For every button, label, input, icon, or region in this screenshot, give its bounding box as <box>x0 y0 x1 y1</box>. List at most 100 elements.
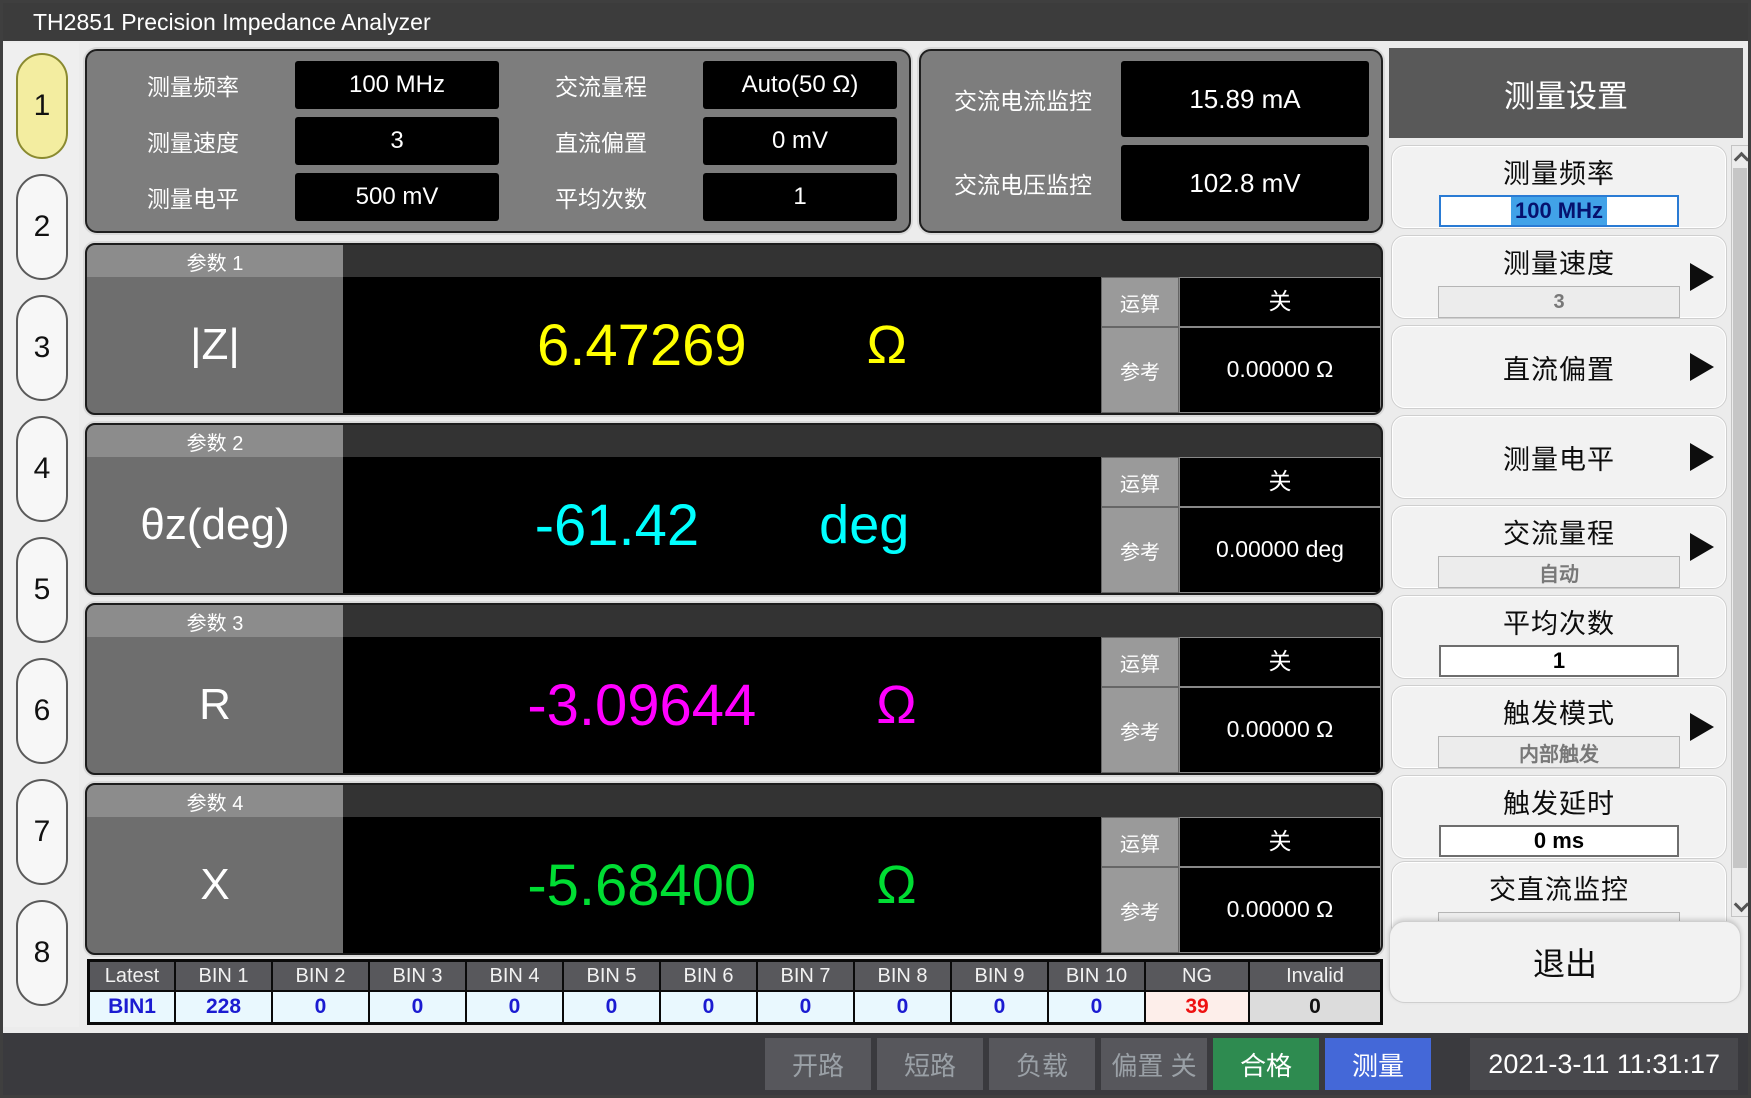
measure-speed-value[interactable]: 3 <box>1438 286 1680 318</box>
speed-label: 测量速度 <box>95 113 291 169</box>
ac-range-value[interactable]: 自动 <box>1438 556 1680 588</box>
bin-header-1: BIN 1 <box>175 961 272 991</box>
settings-summary-panel: 测量频率 100 MHz 交流量程 Auto(50 Ω) 测量速度 3 直流偏置… <box>85 49 911 233</box>
ac-range-value[interactable]: Auto(50 Ω) <box>703 61 897 109</box>
measure-level-label: 测量电平 <box>1503 438 1615 477</box>
bin-header-invalid: Invalid <box>1249 961 1381 991</box>
measure-status-badge[interactable]: 测量 <box>1325 1038 1431 1090</box>
parameter-4-ref-label: 参考 <box>1101 867 1179 953</box>
bin-header-ng: NG <box>1145 961 1249 991</box>
parameter-4-header-spacer <box>343 785 1381 817</box>
short-correction-button[interactable]: 短路 <box>877 1038 983 1090</box>
scrollbar-thumb[interactable] <box>1733 168 1747 868</box>
menu-scrollbar[interactable] <box>1731 145 1749 917</box>
parameter-3-ref-label: 参考 <box>1101 687 1179 773</box>
parameter-3-calc-value[interactable]: 关 <box>1179 637 1381 687</box>
parameter-4-calc-value[interactable]: 关 <box>1179 817 1381 867</box>
status-buttons: 开路 短路 负载 偏置 关 合格 测量 <box>765 1038 1431 1090</box>
bin-ng-count: 39 <box>1145 991 1249 1023</box>
parameter-2-ref-value[interactable]: 0.00000 deg <box>1179 507 1381 593</box>
parameter-4-display: -5.68400 Ω <box>343 817 1101 953</box>
average-count-input[interactable]: 1 <box>1439 645 1679 677</box>
parameter-4-tab[interactable]: 参数 4 <box>87 785 343 817</box>
parameter-1-calc-value[interactable]: 关 <box>1179 277 1381 327</box>
parameter-1-tab[interactable]: 参数 1 <box>87 245 343 277</box>
page-tab-5[interactable]: 5 <box>16 537 68 643</box>
parameter-2-display: -61.42 deg <box>343 457 1101 593</box>
bin-header-4: BIN 4 <box>466 961 563 991</box>
parameter-2-unit: deg <box>819 494 909 556</box>
ac-current-monitor-label: 交流电流监控 <box>929 57 1117 141</box>
submenu-arrow-icon <box>1690 443 1714 471</box>
bin-header-6: BIN 6 <box>660 961 757 991</box>
submenu-arrow-icon <box>1690 713 1714 741</box>
parameter-1-ref-label: 参考 <box>1101 327 1179 413</box>
scroll-up-icon[interactable] <box>1734 152 1750 168</box>
menu-item-average-count[interactable]: 平均次数 1 <box>1391 595 1727 679</box>
average-value[interactable]: 1 <box>703 173 897 221</box>
bin-header-row: Latest BIN 1 BIN 2 BIN 3 BIN 4 BIN 5 BIN… <box>89 961 1381 991</box>
page-tab-8[interactable]: 8 <box>16 900 68 1006</box>
parameter-2-header-spacer <box>343 425 1381 457</box>
parameter-3-ref-value[interactable]: 0.00000 Ω <box>1179 687 1381 773</box>
menu-item-measure-level[interactable]: 测量电平 <box>1391 415 1727 499</box>
parameter-3-calc-label: 运算 <box>1101 637 1179 687</box>
parameter-2-name[interactable]: θz(deg) <box>87 457 343 593</box>
measure-frequency-label: 测量频率 <box>1503 152 1615 191</box>
load-correction-button[interactable]: 负载 <box>989 1038 1095 1090</box>
open-correction-button[interactable]: 开路 <box>765 1038 871 1090</box>
submenu-arrow-icon <box>1690 533 1714 561</box>
speed-value[interactable]: 3 <box>295 117 499 165</box>
menu-item-measure-frequency[interactable]: 测量频率 100 MHz <box>1391 145 1727 229</box>
page-tab-4[interactable]: 4 <box>16 416 68 522</box>
parameter-3-display: -3.09644 Ω <box>343 637 1101 773</box>
left-page-nav: 1 2 3 4 5 6 7 8 <box>3 43 79 1027</box>
page-tab-1[interactable]: 1 <box>16 53 68 159</box>
parameter-panel-1: 参数 1 |Z| 6.47269 Ω 运算 关 参考 0.00000 Ω <box>85 243 1383 415</box>
trigger-mode-label: 触发模式 <box>1503 692 1615 731</box>
ac-voltage-monitor-value: 102.8 mV <box>1121 145 1369 221</box>
parameter-4-ref-value[interactable]: 0.00000 Ω <box>1179 867 1381 953</box>
parameter-4-unit: Ω <box>876 854 916 916</box>
dc-bias-value[interactable]: 0 mV <box>703 117 897 165</box>
measure-frequency-input[interactable]: 100 MHz <box>1439 195 1679 227</box>
bin-invalid-count: 0 <box>1249 991 1381 1023</box>
page-tab-7[interactable]: 7 <box>16 779 68 885</box>
parameter-3-name[interactable]: R <box>87 637 343 773</box>
parameter-2-ref-label: 参考 <box>1101 507 1179 593</box>
bin-value-row: BIN1 228 0 0 0 0 0 0 0 0 0 39 0 <box>89 991 1381 1023</box>
parameter-4-name[interactable]: X <box>87 817 343 953</box>
menu-item-trigger-delay[interactable]: 触发延时 0 ms <box>1391 775 1727 859</box>
parameter-2-tab[interactable]: 参数 2 <box>87 425 343 457</box>
page-tab-6[interactable]: 6 <box>16 658 68 764</box>
parameter-1-name[interactable]: |Z| <box>87 277 343 413</box>
freq-value[interactable]: 100 MHz <box>295 61 499 109</box>
pass-status-badge[interactable]: 合格 <box>1213 1038 1319 1090</box>
parameter-2-calc-value[interactable]: 关 <box>1179 457 1381 507</box>
bin-latest-value: BIN1 <box>89 991 175 1023</box>
exit-button[interactable]: 退出 <box>1389 921 1741 1003</box>
page-tab-3[interactable]: 3 <box>16 295 68 401</box>
parameter-3-tab[interactable]: 参数 3 <box>87 605 343 637</box>
menu-item-dc-bias[interactable]: 直流偏置 <box>1391 325 1727 409</box>
app-window: TH2851 Precision Impedance Analyzer 1 2 … <box>0 0 1751 1098</box>
bin-6-count: 0 <box>660 991 757 1023</box>
parameter-2-calc-label: 运算 <box>1101 457 1179 507</box>
level-value[interactable]: 500 mV <box>295 173 499 221</box>
parameter-1-ref-value[interactable]: 0.00000 Ω <box>1179 327 1381 413</box>
average-count-label: 平均次数 <box>1503 602 1615 641</box>
scroll-down-icon[interactable] <box>1734 897 1750 913</box>
level-label: 测量电平 <box>95 169 291 225</box>
measure-speed-label: 测量速度 <box>1503 242 1615 281</box>
measure-frequency-value: 100 MHz <box>1511 197 1607 225</box>
bin-header-10: BIN 10 <box>1048 961 1145 991</box>
menu-item-measure-speed[interactable]: 测量速度 3 <box>1391 235 1727 319</box>
page-tab-2[interactable]: 2 <box>16 174 68 280</box>
parameter-1-display: 6.47269 Ω <box>343 277 1101 413</box>
menu-item-trigger-mode[interactable]: 触发模式 内部触发 <box>1391 685 1727 769</box>
trigger-mode-value[interactable]: 内部触发 <box>1438 736 1680 768</box>
trigger-delay-input[interactable]: 0 ms <box>1439 825 1679 857</box>
menu-item-ac-range[interactable]: 交流量程 自动 <box>1391 505 1727 589</box>
bias-off-button[interactable]: 偏置 关 <box>1101 1038 1207 1090</box>
status-bar: 开路 短路 负载 偏置 关 合格 测量 2021-3-11 11:31:17 <box>3 1033 1748 1095</box>
